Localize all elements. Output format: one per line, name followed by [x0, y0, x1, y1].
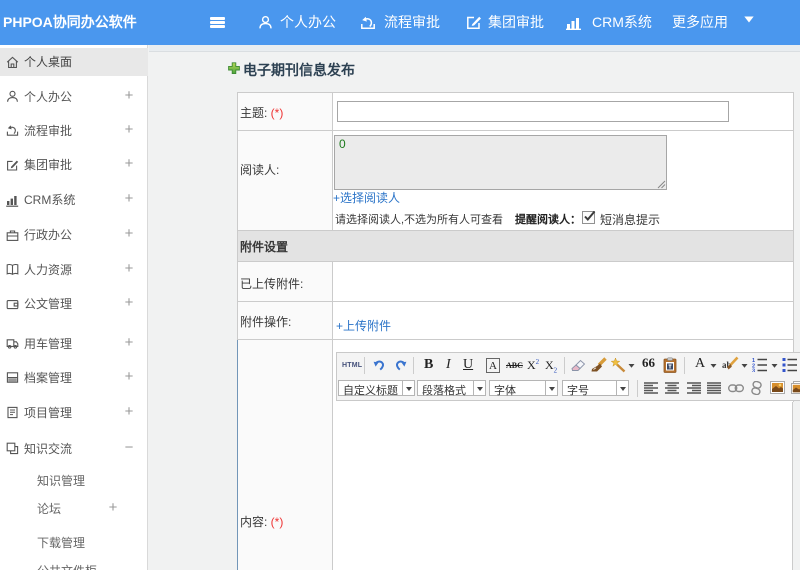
svg-text:3: 3	[752, 369, 755, 373]
